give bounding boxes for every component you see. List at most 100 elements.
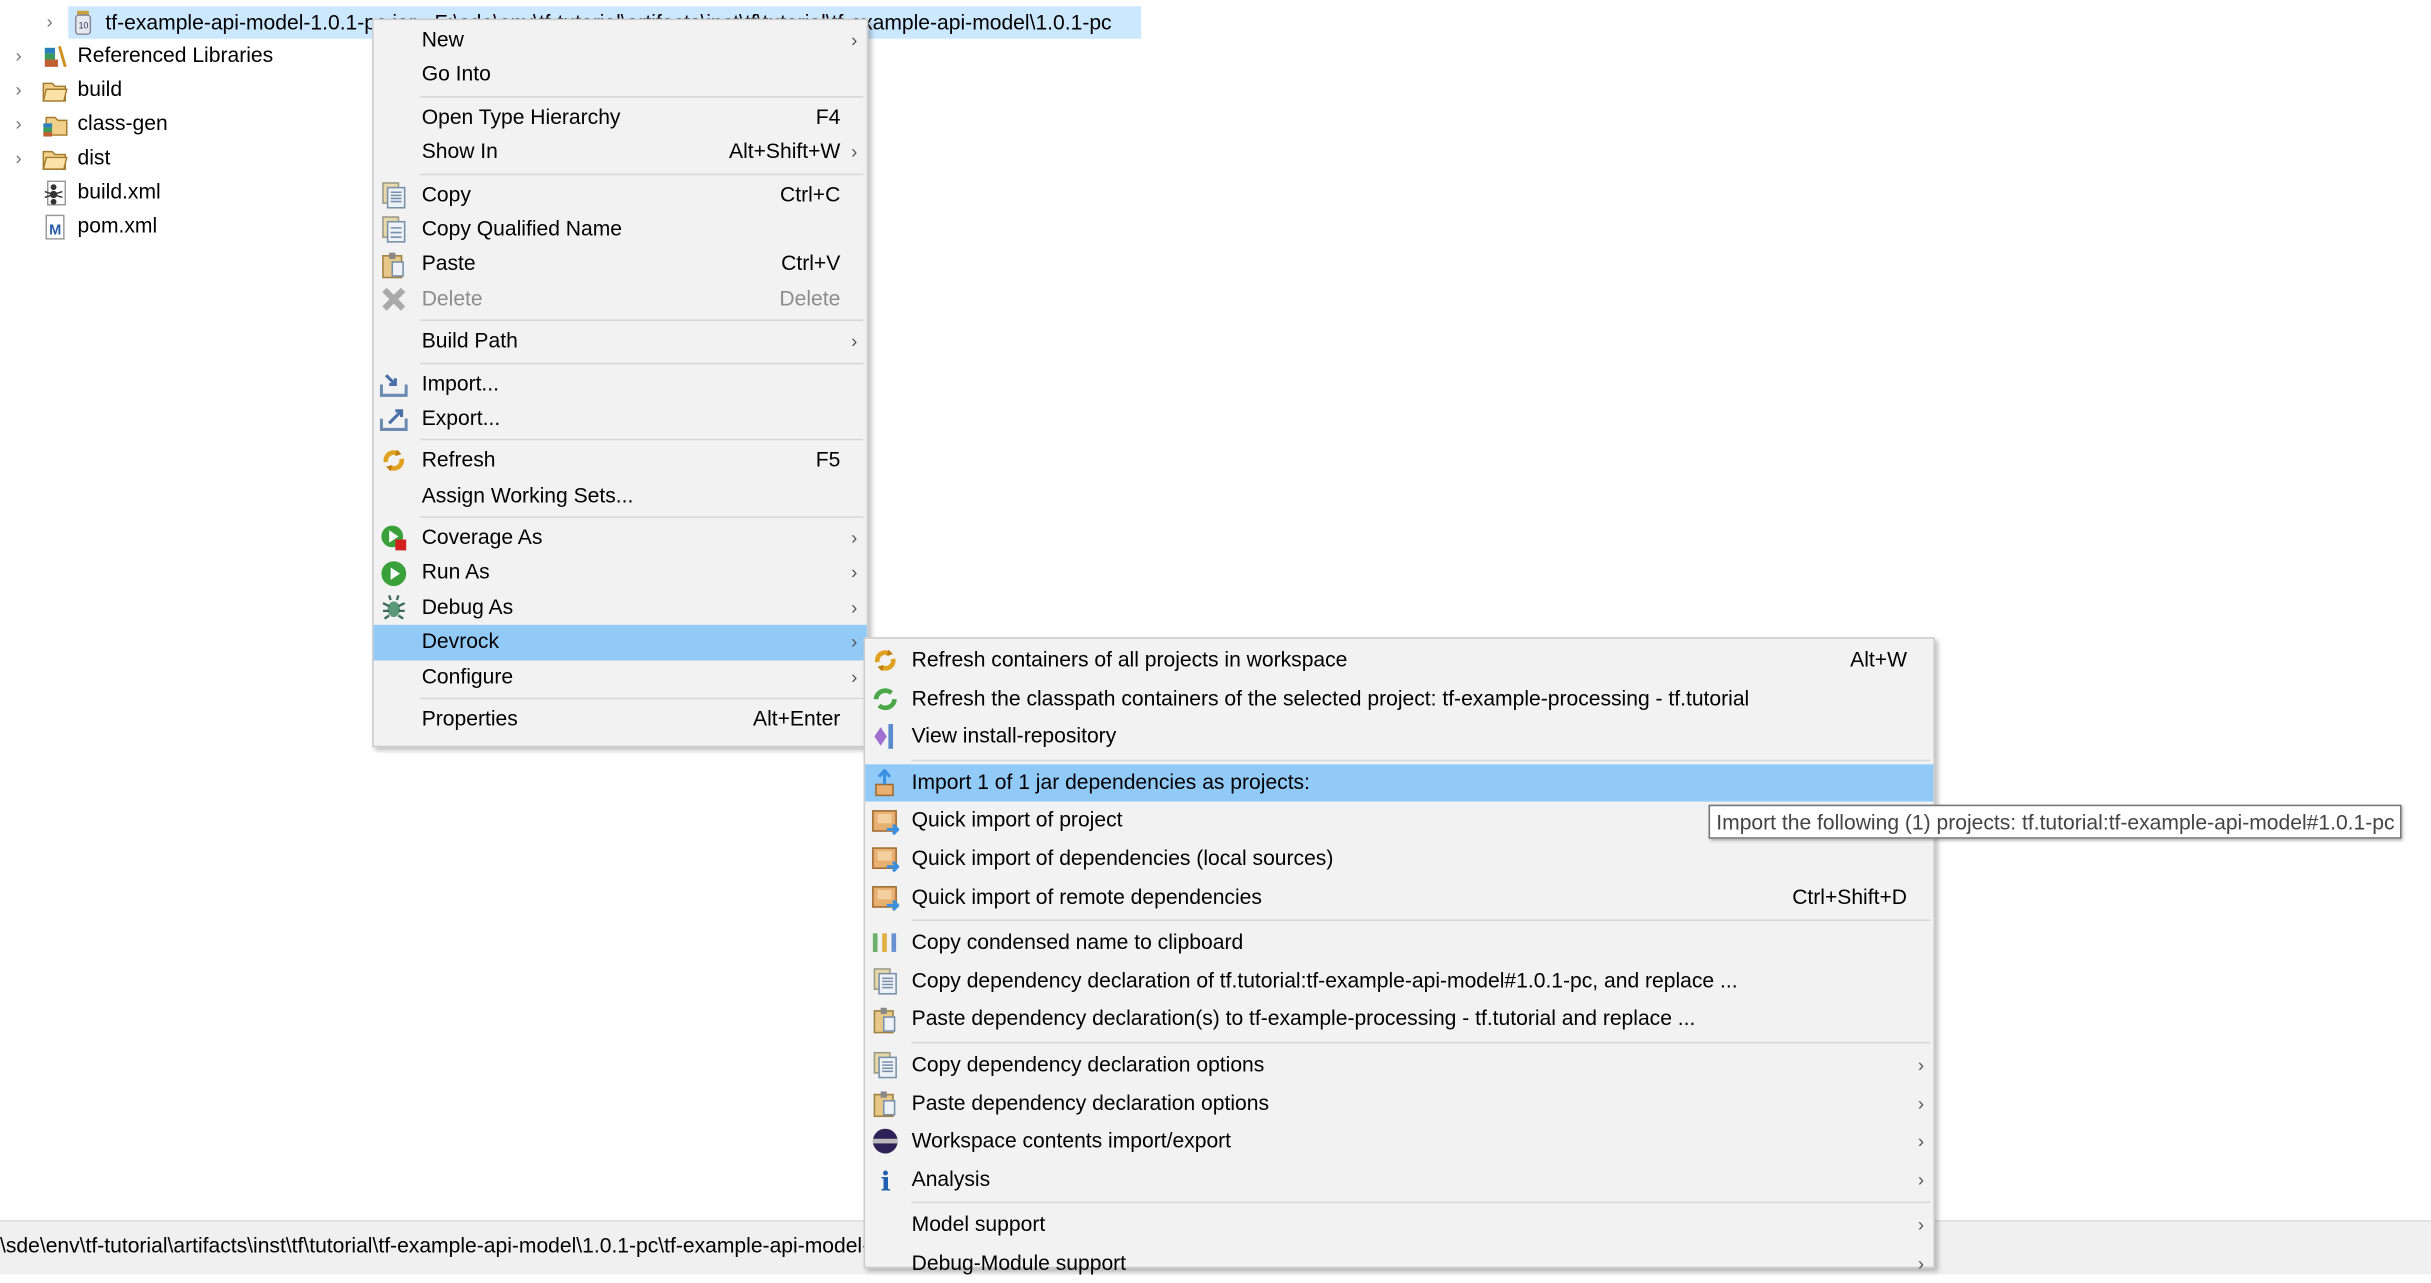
- menu-item-copy-dependency-declaration-of-tf-tutori[interactable]: Copy dependency declaration of tf.tutori…: [865, 962, 1933, 1000]
- chevron-right-icon: ›: [851, 666, 858, 688]
- menu-separator: [374, 316, 867, 324]
- menu-separator: [865, 1199, 1933, 1207]
- chevron-right-icon: ›: [1917, 1054, 1925, 1076]
- tree-item-label: class-gen: [77, 111, 168, 135]
- menu-item-label: Debug As: [421, 595, 514, 619]
- menu-item-debug-module-support[interactable]: Debug-Module support ›: [865, 1245, 1933, 1283]
- chevron-right-icon: ›: [851, 631, 858, 654]
- menu-item-coverage-as[interactable]: Coverage As ›: [374, 521, 867, 556]
- menu-item-label: Refresh the classpath containers of the …: [911, 686, 1750, 710]
- menu-item-quick-import-of-dependencies-local-sourc[interactable]: Quick import of dependencies (local sour…: [865, 840, 1933, 878]
- expand-chevron-icon[interactable]: ›: [47, 6, 53, 39]
- eclipse-workbench: › 10 tf-example-api-model-1.0.1-pc.jar -…: [0, 0, 2431, 1275]
- tree-item-label: dist: [77, 145, 111, 169]
- menu-item-debug-as[interactable]: Debug As ›: [374, 590, 867, 625]
- tree-item-label: Referenced Libraries: [77, 43, 274, 67]
- menu-item-go-into[interactable]: Go Into: [374, 58, 867, 93]
- tree-item-label: build: [77, 77, 123, 101]
- menu-item-configure[interactable]: Configure ›: [374, 660, 867, 695]
- expand-chevron-icon[interactable]: ›: [16, 39, 32, 73]
- copy-icon: [871, 1052, 899, 1080]
- menu-item-properties[interactable]: Properties Alt+Enter: [374, 702, 867, 737]
- copy-icon: [871, 968, 899, 996]
- menu-item-assign-working-sets[interactable]: Assign Working Sets...: [374, 479, 867, 514]
- menu-item-copy[interactable]: Copy Ctrl+C: [374, 178, 867, 213]
- condensed-name-icon: [871, 929, 899, 957]
- menu-item-label: Copy: [421, 182, 471, 206]
- delete-icon: [380, 285, 408, 313]
- menu-item-show-in[interactable]: Show In Alt+Shift+W ›: [374, 135, 867, 170]
- menu-item-run-as[interactable]: Run As ›: [374, 556, 867, 591]
- chevron-right-icon: ›: [851, 527, 858, 549]
- menu-item-build-path[interactable]: Build Path ›: [374, 324, 867, 359]
- expand-chevron-icon[interactable]: ›: [16, 107, 32, 141]
- menu-separator: [374, 513, 867, 521]
- tree-item-label: pom.xml: [77, 213, 158, 238]
- menu-item-model-support[interactable]: Model support ›: [865, 1207, 1933, 1245]
- status-bar-path: \sde\env\tf-tutorial\artifacts\inst\tf\t…: [0, 1234, 975, 1258]
- menu-item-delete[interactable]: Delete Delete: [374, 282, 867, 317]
- menu-item-refresh[interactable]: Refresh F5: [374, 444, 867, 479]
- menu-item-workspace-contents-import-export[interactable]: Workspace contents import/export ›: [865, 1123, 1933, 1161]
- export-icon: [379, 405, 408, 433]
- copy-qualified-icon: [380, 216, 408, 244]
- menu-item-label: Show In: [421, 139, 498, 164]
- menu-item-label: Export...: [421, 406, 501, 430]
- menu-item-open-type-hierarchy[interactable]: Open Type Hierarchy F4: [374, 100, 867, 135]
- eclipse-icon: [871, 1128, 899, 1156]
- info-icon: i: [871, 1166, 899, 1198]
- menu-item-paste-dependency-declaration-options[interactable]: Paste dependency declaration options ›: [865, 1085, 1933, 1123]
- menu-item-refresh-containers-of-all-projects-in-wo[interactable]: Refresh containers of all projects in wo…: [865, 642, 1933, 680]
- menu-item-label: Quick import of project: [911, 808, 1123, 832]
- menu-item-paste-dependency-declaration-s-to-tf-exa[interactable]: Paste dependency declaration(s) to tf-ex…: [865, 1001, 1933, 1039]
- svg-text:M: M: [49, 222, 61, 238]
- copy-icon: [380, 181, 408, 209]
- menu-item-copy-condensed-name-to-clipboard[interactable]: Copy condensed name to clipboard: [865, 924, 1933, 962]
- menu-item-import-1-of-1-jar-dependencies-as-projec[interactable]: Import 1 of 1 jar dependencies as projec…: [865, 764, 1934, 803]
- menu-item-shortcut: Ctrl+V: [781, 251, 841, 275]
- import-icon: [379, 370, 408, 398]
- menu-item-copy-qualified-name[interactable]: Copy Qualified Name: [374, 212, 867, 247]
- menu-item-label: Analysis: [911, 1167, 991, 1191]
- tooltip: Import the following (1) projects: tf.tu…: [1708, 804, 2403, 839]
- chevron-right-icon: ›: [851, 561, 858, 584]
- expand-chevron-icon[interactable]: ›: [16, 141, 32, 175]
- menu-item-copy-dependency-declaration-options[interactable]: Copy dependency declaration options ›: [865, 1046, 1933, 1084]
- source-folder-icon: [42, 112, 68, 138]
- menu-item-quick-import-of-remote-dependencies[interactable]: Quick import of remote dependencies Ctrl+…: [865, 878, 1933, 916]
- chevron-right-icon: ›: [1917, 1252, 1925, 1275]
- menu-item-label: Copy dependency declaration of tf.tutori…: [911, 968, 1738, 992]
- devrock-submenu: Refresh containers of all projects in wo…: [863, 637, 1935, 1274]
- tree-item-label: build.xml: [77, 179, 161, 204]
- paste-icon: [871, 1006, 899, 1034]
- svg-text:10: 10: [79, 20, 89, 30]
- menu-item-label: Delete: [421, 286, 483, 310]
- coverage-icon: [380, 524, 408, 552]
- menu-item-shortcut: Delete: [779, 286, 841, 310]
- menu-item-label: Quick import of remote dependencies: [911, 884, 1262, 908]
- maven-file-icon: M: [42, 214, 68, 240]
- menu-item-refresh-the-classpath-containers-of-the-[interactable]: Refresh the classpath containers of the …: [865, 680, 1933, 718]
- menu-item-new[interactable]: New ›: [374, 23, 867, 58]
- menu-separator: [865, 917, 1933, 925]
- menu-item-view-install-repository[interactable]: View install-repository: [865, 718, 1933, 756]
- menu-item-label: Workspace contents import/export: [911, 1128, 1232, 1153]
- menu-item-label: Model support: [911, 1212, 1046, 1237]
- menu-item-label: Import...: [421, 371, 500, 395]
- expand-chevron-icon[interactable]: ›: [16, 73, 32, 107]
- menu-item-devrock[interactable]: Devrock ›: [373, 625, 867, 660]
- menu-item-paste[interactable]: Paste Ctrl+V: [374, 247, 867, 282]
- refresh-green-icon: [871, 685, 899, 713]
- menu-item-analysis[interactable]: i Analysis ›: [865, 1161, 1933, 1199]
- menu-item-import[interactable]: Import...: [374, 367, 867, 402]
- refresh-icon: [380, 447, 408, 475]
- menu-item-export[interactable]: Export...: [374, 401, 867, 436]
- menu-item-label: Paste dependency declaration(s) to tf-ex…: [911, 1006, 1696, 1030]
- menu-item-label: Assign Working Sets...: [421, 483, 634, 507]
- menu-item-label: Copy Qualified Name: [421, 216, 623, 241]
- menu-item-shortcut: F4: [815, 105, 841, 129]
- menu-item-shortcut: Alt+W: [1850, 648, 1907, 672]
- menu-item-label: Paste dependency declaration options: [911, 1090, 1270, 1115]
- menu-item-label: Quick import of dependencies (local sour…: [911, 846, 1334, 870]
- menu-item-label: Build Path: [421, 328, 518, 353]
